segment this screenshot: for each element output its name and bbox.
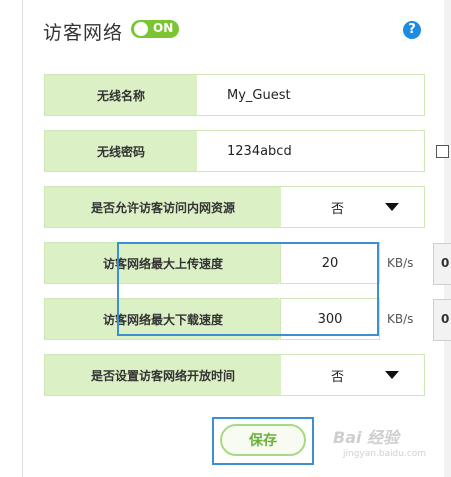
ssid-label: 无线名称 [45, 75, 197, 115]
password-row: 无线密码 1234abcd [44, 130, 425, 172]
right-edge-strip [444, 0, 451, 477]
allow-internal-value: 否 [331, 201, 345, 217]
allow-internal-select[interactable]: 否 [281, 187, 424, 227]
password-label: 无线密码 [45, 131, 197, 171]
upload-side-text: 0 [441, 256, 450, 270]
toggle-knob [134, 22, 148, 36]
chevron-down-icon [385, 203, 399, 211]
open-time-label: 是否设置访客网络开放时间 [45, 355, 281, 395]
page-title: 访客网络 [43, 22, 124, 44]
watermark-brand: Bai 经验 [333, 428, 400, 447]
open-time-value: 否 [331, 369, 345, 385]
chevron-down-icon [385, 371, 399, 379]
open-time-select[interactable]: 否 [281, 355, 424, 395]
ssid-row: 无线名称 My_Guest [44, 74, 425, 116]
watermark-url: jingyan.baidu.com [343, 449, 427, 459]
allow-internal-row: 是否允许访客访问内网资源 否 [44, 186, 425, 228]
help-icon[interactable]: ? [403, 21, 421, 39]
allow-internal-label: 是否允许访客访问内网资源 [45, 187, 281, 227]
guest-network-toggle[interactable]: ON [131, 20, 179, 38]
download-side-box[interactable]: 0 [433, 299, 451, 341]
settings-panel [22, 0, 446, 477]
upload-unit: KB/s [387, 256, 414, 270]
password-input[interactable]: 1234abcd [197, 131, 424, 171]
speed-highlight-box [117, 242, 379, 336]
download-side-text: 0 [441, 312, 450, 326]
save-button[interactable]: 保存 [220, 424, 306, 456]
ssid-input[interactable]: My_Guest [197, 75, 424, 115]
download-unit: KB/s [387, 312, 414, 326]
toggle-label: ON [153, 21, 174, 35]
open-time-row: 是否设置访客网络开放时间 否 [44, 354, 425, 396]
upload-side-box[interactable]: 0 [433, 243, 451, 285]
show-password-checkbox[interactable] [436, 145, 449, 158]
